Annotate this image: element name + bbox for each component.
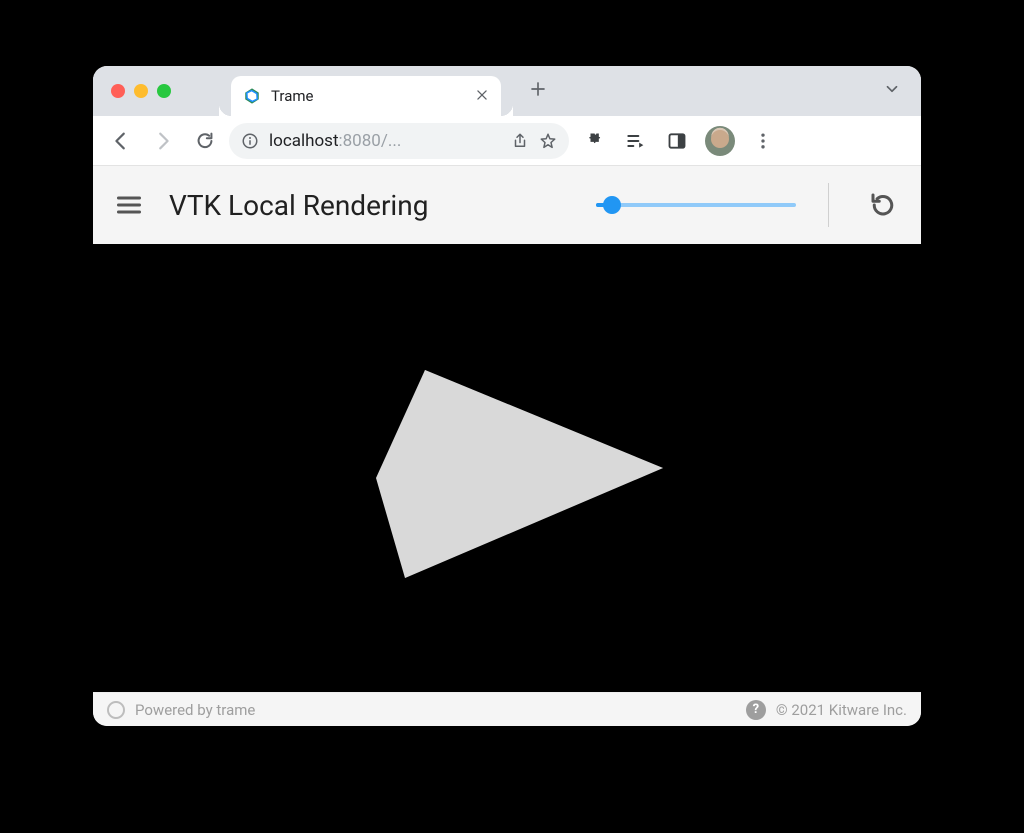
app-title: VTK Local Rendering [169,189,576,222]
browser-tab-title: Trame [271,87,465,105]
app-toolbar: VTK Local Rendering [93,166,921,244]
forward-button[interactable] [145,123,181,159]
help-button[interactable]: ? [746,700,766,720]
back-button[interactable] [103,123,139,159]
window-close-button[interactable] [111,84,125,98]
browser-tab-active[interactable]: Trame [231,76,501,116]
browser-tab-strip: Trame [93,66,921,116]
window-minimize-button[interactable] [134,84,148,98]
reload-button[interactable] [187,123,223,159]
share-icon[interactable] [511,132,529,150]
app-menu-button[interactable] [109,185,149,225]
media-control-button[interactable] [617,123,653,159]
bookmark-star-icon[interactable] [539,132,557,150]
tab-overflow-button[interactable] [883,80,901,103]
app-root: VTK Local Rendering Powered by trame [93,166,921,726]
reset-camera-button[interactable] [861,183,905,227]
toolbar-divider [828,183,829,227]
trame-logo-icon [107,701,125,719]
side-panel-button[interactable] [659,123,695,159]
url-text: localhost:8080/... [269,131,501,151]
window-controls [111,84,171,98]
close-tab-button[interactable] [475,87,489,106]
trame-favicon [243,87,261,105]
render-viewport[interactable] [93,244,921,692]
resolution-slider[interactable] [596,203,796,207]
extensions-button[interactable] [575,123,611,159]
footer-powered-by: Powered by trame [135,701,255,719]
cone-geometry [93,244,921,692]
site-info-icon[interactable] [241,132,259,150]
browser-menu-button[interactable] [745,123,781,159]
address-bar[interactable]: localhost:8080/... [229,123,569,159]
window-zoom-button[interactable] [157,84,171,98]
profile-avatar-button[interactable] [705,126,735,156]
browser-toolbar: localhost:8080/... [93,116,921,166]
browser-window: Trame localhost:8080/... [93,66,921,726]
app-footer: Powered by trame ? © 2021 Kitware Inc. [93,692,921,726]
new-tab-button[interactable] [523,79,553,104]
slider-thumb[interactable] [603,196,621,214]
footer-copyright: © 2021 Kitware Inc. [776,701,907,719]
